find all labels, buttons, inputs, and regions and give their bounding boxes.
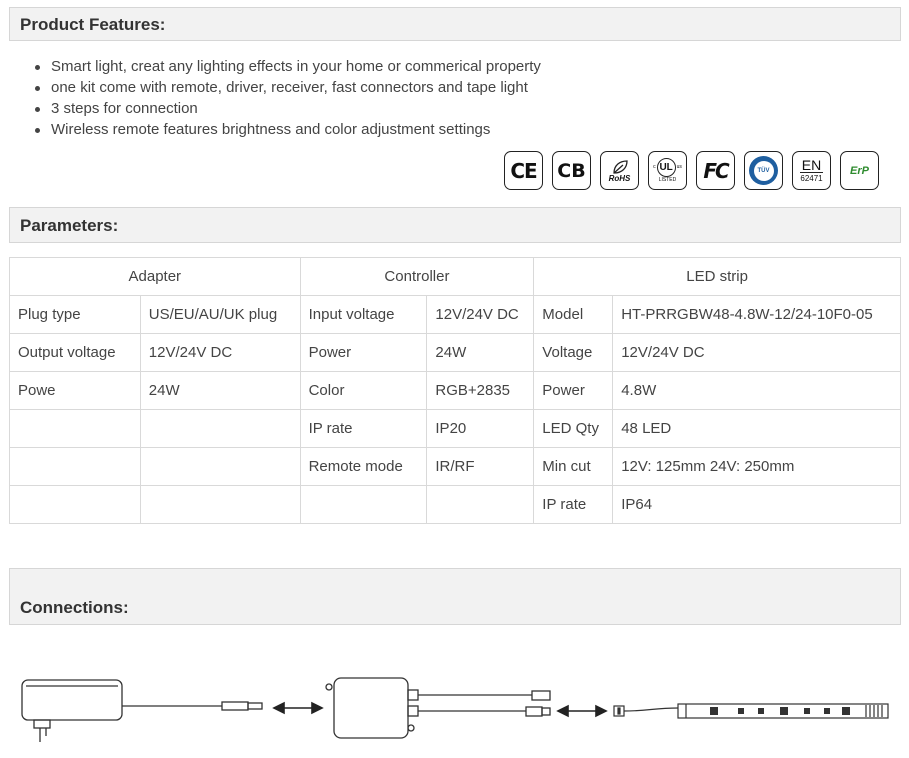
table-cell: Min cut [533,447,614,486]
table-header-row: Adapter Controller LED strip [9,257,901,296]
table-cell: IP20 [426,409,535,448]
features-list: Smart light, creat any lighting effects … [33,56,541,140]
table-cell: 4.8W [612,371,901,410]
table-row: Powe 24W Color RGB+2835 Power 4.8W [9,371,901,410]
table-cell [139,409,301,448]
table-cell: 12V: 125mm 24V: 250mm [612,447,901,486]
controller-icon [325,677,551,739]
ul-listed-icon: c UL us LISTED [648,151,687,190]
table-row: IP rate IP64 [9,485,901,524]
table-cell: 24W [426,333,535,372]
power-adapter-icon [21,679,263,742]
connections-header-label: Connections: [20,598,129,617]
led-strip-icon [613,703,889,719]
table-cell [299,485,428,524]
table-cell: Voltage [533,333,614,372]
table-cell: LED Qty [533,409,614,448]
en62471-mark-icon: EN 62471 [792,151,831,190]
table-cell: Color [299,371,428,410]
table-cell [9,409,141,448]
table-cell: Power [533,371,614,410]
table-cell: IP rate [533,485,614,524]
connection-diagram [21,677,889,742]
table-cell [9,447,141,486]
connections-header: Connections: [9,568,901,625]
table-cell: 24W [139,371,301,410]
table-cell [139,485,301,524]
leaf-icon [612,159,628,174]
table-cell: RGB+2835 [426,371,535,410]
table-row: Plug type US/EU/AU/UK plug Input voltage… [9,295,901,334]
table-cell: Remote mode [299,447,428,486]
ce-mark-icon: CE [504,151,543,190]
table-row: Output voltage 12V/24V DC Power 24W Volt… [9,333,901,372]
table-cell: 12V/24V DC [612,333,901,372]
table-cell: Plug type [9,295,141,334]
table-cell: IP rate [299,409,428,448]
double-arrow-icon [272,701,324,715]
certification-icons: CE CB RoHS c UL us LISTED FC TÜV EN 6247… [504,151,879,190]
table-cell: Power [299,333,428,372]
feature-item: one kit come with remote, driver, receiv… [33,77,541,98]
table-cell: Output voltage [9,333,141,372]
table-cell: 12V/24V DC [426,295,535,334]
table-cell: US/EU/AU/UK plug [139,295,301,334]
table-cell [426,485,535,524]
table-cell [9,485,141,524]
parameters-header-label: Parameters: [20,216,119,235]
group-header-adapter: Adapter [9,257,301,296]
parameters-table: Adapter Controller LED strip Plug type U… [9,257,901,524]
table-cell: IP64 [612,485,901,524]
table-cell: HT-PRRGBW48-4.8W-12/24-10F0-05 [612,295,901,334]
erp-mark-icon: ErP [840,151,879,190]
feature-item: Wireless remote features brightness and … [33,119,541,140]
tuv-mark-icon: TÜV [744,151,783,190]
table-cell [139,447,301,486]
feature-item: 3 steps for connection [33,98,541,119]
features-header: Product Features: [9,7,901,41]
feature-item: Smart light, creat any lighting effects … [33,56,541,77]
table-cell: Powe [9,371,141,410]
table-cell: IR/RF [426,447,535,486]
group-header-controller: Controller [299,257,535,296]
cb-mark-icon: CB [552,151,591,190]
parameters-header: Parameters: [9,207,901,243]
fcc-mark-icon: FC [696,151,735,190]
rohs-mark-icon: RoHS [600,151,639,190]
table-cell: 48 LED [612,409,901,448]
double-arrow-icon [556,704,608,718]
table-cell: 12V/24V DC [139,333,301,372]
table-cell: Input voltage [299,295,428,334]
group-header-led-strip: LED strip [533,257,901,296]
table-row: Remote mode IR/RF Min cut 12V: 125mm 24V… [9,447,901,486]
table-row: IP rate IP20 LED Qty 48 LED [9,409,901,448]
features-header-label: Product Features: [20,15,166,34]
table-cell: Model [533,295,614,334]
